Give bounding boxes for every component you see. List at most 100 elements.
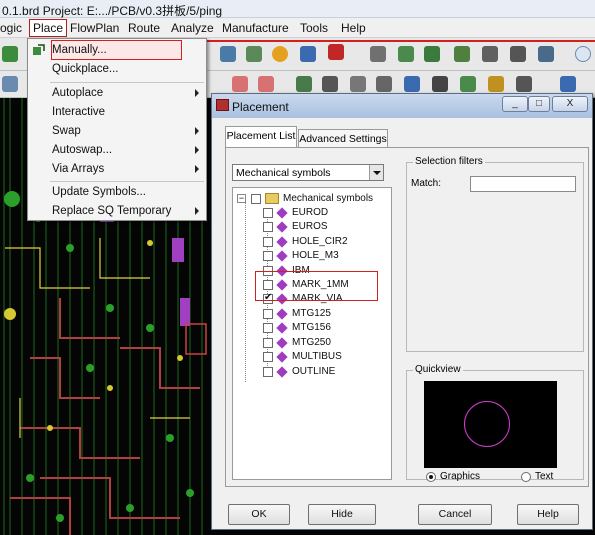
components-icon[interactable] [424,46,440,62]
tree-item-hole-m3[interactable]: HOLE_M3 [263,250,383,264]
text-radio[interactable] [521,472,531,482]
menu-separator [50,82,204,83]
tree-guide [245,202,246,382]
submenu-arrow-icon [195,207,199,215]
tree-root[interactable]: − Mechanical symbols [237,193,387,207]
refresh-icon[interactable] [272,46,288,62]
menu-place[interactable]: Place [29,19,68,37]
submenu-arrow-icon [195,89,199,97]
info-icon[interactable] [575,46,591,62]
close-button[interactable]: X [552,96,588,112]
maximize-button[interactable]: □ [528,96,550,112]
measure-icon[interactable] [258,76,274,92]
check-icon[interactable] [460,76,476,92]
zoom-fit-icon[interactable] [246,46,262,62]
highlight-line [205,40,595,42]
tree-item-euros[interactable]: EUROS [263,221,383,235]
dimension-icon[interactable] [232,76,248,92]
shape-icon[interactable] [296,76,312,92]
item-checkbox[interactable] [263,352,273,362]
menu-logic[interactable]: ogic [0,21,22,35]
flip-icon[interactable] [328,44,344,60]
menu-item-interactive[interactable]: Interactive [28,103,206,122]
hide-button[interactable]: Hide [308,504,376,525]
tree-item-mtg156[interactable]: MTG156 [263,322,383,336]
route-icon[interactable] [454,46,470,62]
cancel-button[interactable]: Cancel [418,504,492,525]
submenu-arrow-icon [195,146,199,154]
tree-item-outline[interactable]: OUTLINE [263,366,383,380]
menu-tools[interactable]: Tools [300,21,328,35]
menu-item-via-arrays[interactable]: Via Arrays [28,160,206,179]
menu-item-autoplace[interactable]: Autoplace [28,84,206,103]
help-button[interactable]: Help [517,504,579,525]
array-icon[interactable] [516,76,532,92]
item-checkbox[interactable] [263,367,273,377]
dialog-title-bar[interactable]: Placement _ □ X [212,94,592,118]
toolbar-icon[interactable] [2,76,18,92]
rotate-icon[interactable] [220,46,236,62]
item-label: EUROS [292,221,328,232]
menu-route[interactable]: Route [128,21,160,35]
menu-flowplan[interactable]: FlowPlan [70,21,119,35]
menu-item-label: Swap [52,125,81,137]
tree-item-eurod[interactable]: EUROD [263,207,383,221]
menu-manufacture[interactable]: Manufacture [222,21,289,35]
edit-icon[interactable] [488,76,504,92]
chart-icon[interactable] [560,76,576,92]
item-checkbox[interactable] [263,323,273,333]
menu-item-label: Autoswap... [52,144,113,156]
net-icon[interactable] [404,76,420,92]
menu-item-autoswap[interactable]: Autoswap... [28,141,206,160]
item-checkbox[interactable] [263,251,273,261]
grid-icon[interactable] [370,46,386,62]
tree-item-hole-cir2[interactable]: HOLE_CIR2 [263,236,383,250]
item-checkbox[interactable] [263,309,273,319]
place-icon[interactable] [398,46,414,62]
tree-item-multibus[interactable]: MULTIBUS [263,351,383,365]
settings-icon[interactable] [538,46,554,62]
graphics-radio[interactable] [426,472,436,482]
menu-analyze[interactable]: Analyze [171,21,214,35]
tab-placement-list[interactable]: Placement List [225,126,297,148]
placement-dialog: Placement _ □ X Placement List Advanced … [211,93,593,530]
menu-item-manually[interactable]: Manually... [28,41,206,60]
chevron-down-icon[interactable] [369,165,383,180]
menu-item-label: Autoplace [52,87,104,99]
menu-item-swap[interactable]: Swap [28,122,206,141]
menu-item-quickplace[interactable]: Quickplace... [28,60,206,79]
match-input[interactable] [470,176,576,192]
menu-item-update-symbols[interactable]: Update Symbols... [28,183,206,202]
folder-icon [265,193,279,204]
item-label: OUTLINE [292,366,336,377]
submenu-arrow-icon [195,127,199,135]
root-checkbox[interactable] [251,194,261,204]
minimize-button[interactable]: _ [502,96,528,112]
text-icon[interactable] [350,76,366,92]
group-label: Selection filters [413,156,485,167]
toolbar-icon[interactable] [2,46,18,62]
tree-item-mtg125[interactable]: MTG125 [263,308,383,322]
bus-icon[interactable] [432,76,448,92]
report-icon[interactable] [510,46,526,62]
symbol-type-select[interactable]: Mechanical symbols [232,164,384,181]
item-checkbox[interactable] [263,222,273,232]
symbol-icon [276,221,288,233]
item-checkbox[interactable] [263,338,273,348]
tree-item-mtg250[interactable]: MTG250 [263,337,383,351]
item-label: EUROD [292,207,329,218]
pin-icon[interactable] [322,76,338,92]
collapse-icon[interactable]: − [237,194,246,203]
quickview-canvas [424,381,557,468]
menu-item-replace-sq[interactable]: Replace SQ Temporary [28,202,206,221]
window-title: 0.1.brd Project: E:.../PCB/v0.3拼板/5/ping [2,4,223,18]
item-checkbox[interactable] [263,208,273,218]
layers-icon[interactable] [482,46,498,62]
tab-advanced-settings[interactable]: Advanced Settings [298,129,388,149]
drill-icon[interactable] [376,76,392,92]
item-label: MULTIBUS [292,351,342,362]
menu-help[interactable]: Help [341,21,366,35]
item-checkbox[interactable] [263,237,273,247]
3d-view-icon[interactable] [300,46,316,62]
ok-button[interactable]: OK [228,504,290,525]
